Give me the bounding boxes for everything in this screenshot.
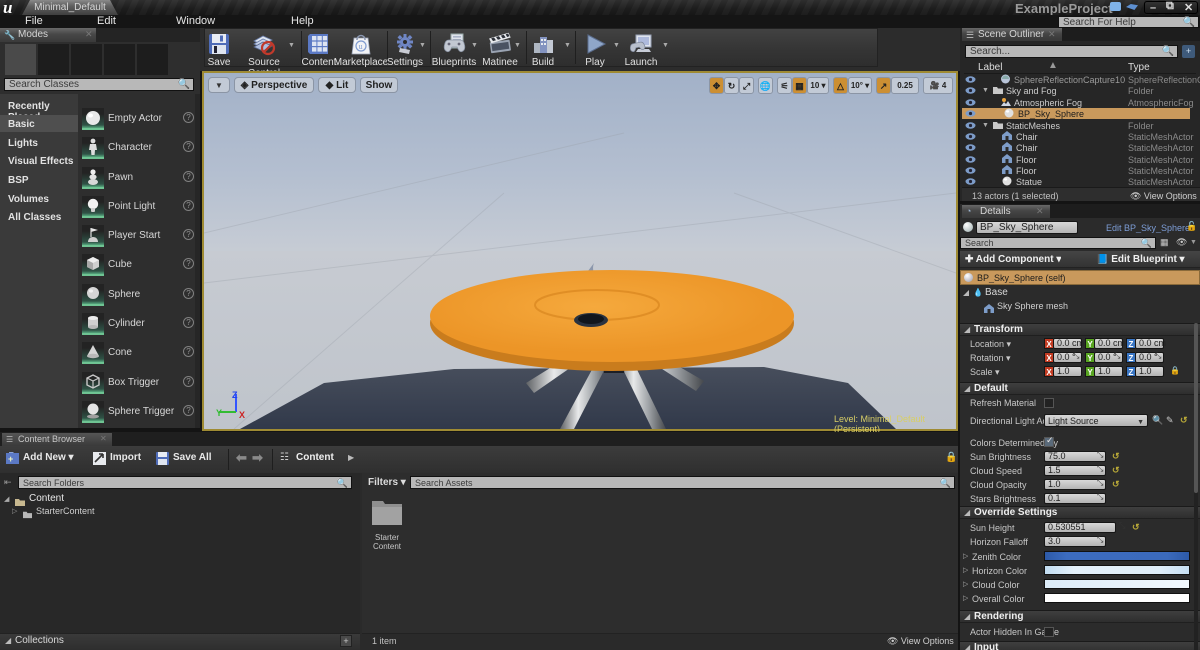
svg-text:u: u — [359, 42, 363, 51]
svg-text:Z: Z — [232, 390, 238, 400]
svg-text:X: X — [239, 410, 245, 420]
svg-text:+: + — [8, 454, 13, 464]
svg-text:Y: Y — [216, 408, 222, 418]
